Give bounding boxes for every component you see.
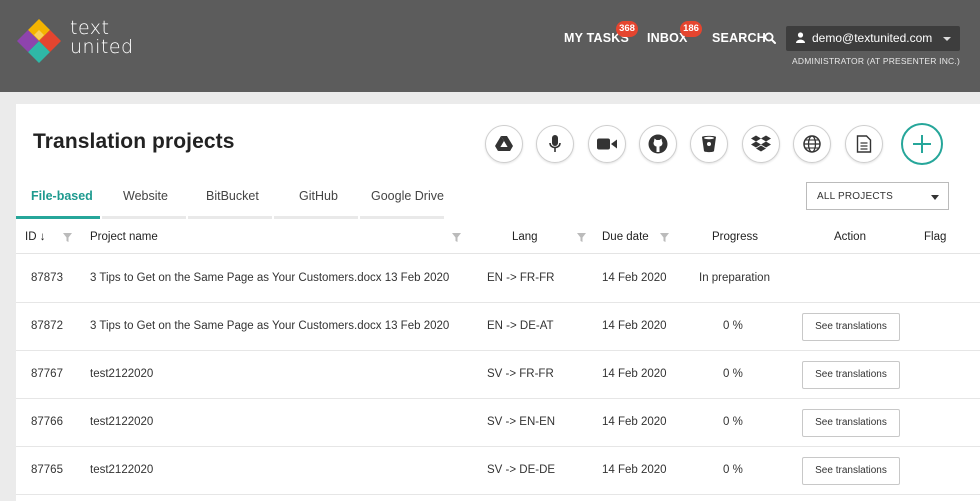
see-translations-button[interactable]: See translations: [802, 361, 900, 389]
bitbucket-icon: [702, 135, 716, 153]
document-upload-button[interactable]: [845, 125, 883, 163]
project-id: 87766: [31, 416, 63, 428]
tab-underline: [188, 216, 272, 219]
project-filter-value: ALL PROJECTS: [817, 191, 893, 202]
project-name[interactable]: test2122020: [90, 416, 153, 428]
table-row[interactable]: 87767 test2122020 SV -> FR-FR 14 Feb 202…: [16, 350, 980, 399]
search-icon[interactable]: [764, 32, 776, 44]
tab-github[interactable]: GitHub: [299, 189, 338, 203]
filter-icon[interactable]: [452, 233, 461, 242]
column-header-action: Action: [834, 231, 866, 243]
tab-bitbucket[interactable]: BitBucket: [206, 189, 259, 203]
table-row[interactable]: 87765 test2122020 SV -> DE-DE 14 Feb 202…: [16, 446, 980, 495]
project-id: 87872: [31, 320, 63, 332]
add-project-button[interactable]: [901, 123, 943, 165]
audio-upload-button[interactable]: [536, 125, 574, 163]
table-row[interactable]: 87872 3 Tips to Get on the Same Page as …: [16, 302, 980, 351]
video-upload-button[interactable]: [588, 125, 626, 163]
my-tasks-count-badge: 368: [616, 21, 638, 37]
project-lang: EN -> DE-AT: [487, 320, 554, 332]
see-translations-button[interactable]: See translations: [802, 409, 900, 437]
project-due-date: 14 Feb 2020: [602, 416, 667, 428]
column-header-lang[interactable]: Lang: [512, 231, 538, 243]
project-lang: SV -> FR-FR: [487, 368, 554, 380]
project-id: 87767: [31, 368, 63, 380]
github-icon: [648, 134, 668, 154]
tab-website[interactable]: Website: [123, 189, 168, 203]
project-id: 87873: [31, 272, 63, 284]
filter-icon[interactable]: [577, 233, 586, 242]
project-progress: 0 %: [723, 464, 743, 476]
column-header-flag: Flag: [924, 231, 947, 243]
project-lang: SV -> DE-DE: [487, 464, 556, 476]
projects-panel: Translation projects File-based Website …: [16, 104, 980, 501]
search-link[interactable]: SEARCH: [712, 31, 766, 45]
project-id: 87765: [31, 464, 63, 476]
bitbucket-button[interactable]: [690, 125, 728, 163]
project-due-date: 14 Feb 2020: [602, 368, 667, 380]
user-menu-dropdown[interactable]: demo@textunited.com: [786, 26, 960, 51]
project-due-date: 14 Feb 2020: [602, 464, 667, 476]
project-due-date: 14 Feb 2020: [602, 272, 667, 284]
table-row[interactable]: 87873 3 Tips to Get on the Same Page as …: [16, 254, 980, 303]
see-translations-button[interactable]: See translations: [802, 313, 900, 341]
chevron-down-icon: [943, 37, 951, 41]
top-header: text united MY TASKS 368 INBOX 186 SEARC…: [0, 0, 980, 92]
video-camera-icon: [597, 138, 617, 150]
user-email: demo@textunited.com: [812, 31, 933, 45]
project-name[interactable]: test2122020: [90, 368, 153, 380]
column-header-id[interactable]: ID ↓: [25, 231, 45, 243]
logo-line-united: united: [70, 36, 134, 58]
project-due-date: 14 Feb 2020: [602, 320, 667, 332]
tab-underline: [274, 216, 358, 219]
dropbox-icon: [751, 135, 771, 152]
filter-icon[interactable]: [63, 233, 72, 242]
dropbox-button[interactable]: [742, 125, 780, 163]
github-button[interactable]: [639, 125, 677, 163]
tab-file-based[interactable]: File-based: [31, 189, 93, 203]
project-name[interactable]: test2122020: [90, 464, 153, 476]
tab-underline: [360, 216, 444, 219]
project-progress: 0 %: [723, 368, 743, 380]
chevron-down-icon: [931, 195, 939, 200]
project-lang: EN -> FR-FR: [487, 272, 555, 284]
document-icon: [856, 135, 872, 153]
user-role-label: ADMINISTRATOR (AT PRESENTER INC.): [792, 56, 960, 66]
column-header-progress[interactable]: Progress: [712, 231, 758, 243]
project-progress: 0 %: [723, 320, 743, 332]
microphone-icon: [549, 135, 561, 152]
tab-underline: [102, 216, 186, 219]
project-filter-select[interactable]: ALL PROJECTS: [806, 182, 949, 210]
textunited-logo-icon[interactable]: [16, 18, 62, 64]
globe-icon: [803, 135, 821, 153]
project-lang: SV -> EN-EN: [487, 416, 556, 428]
table-header: ID ↓ Project name Lang Due date Progress…: [16, 221, 980, 254]
tab-google-drive[interactable]: Google Drive: [371, 189, 444, 203]
project-name[interactable]: 3 Tips to Get on the Same Page as Your C…: [90, 272, 449, 284]
plus-icon: [913, 135, 931, 153]
filter-icon[interactable]: [660, 233, 669, 242]
google-drive-button[interactable]: [485, 125, 523, 163]
tab-underline-active: [16, 216, 100, 219]
project-progress: 0 %: [723, 416, 743, 428]
project-name[interactable]: 3 Tips to Get on the Same Page as Your C…: [90, 320, 449, 332]
user-icon: [796, 32, 805, 43]
column-header-project-name[interactable]: Project name: [90, 231, 158, 243]
project-progress: In preparation: [699, 272, 770, 284]
see-translations-button[interactable]: See translations: [802, 457, 900, 485]
google-drive-icon: [495, 136, 513, 151]
table-row[interactable]: 87766 test2122020 SV -> EN-EN 14 Feb 202…: [16, 398, 980, 447]
inbox-count-badge: 186: [680, 21, 702, 37]
column-header-due-date[interactable]: Due date: [602, 231, 649, 243]
logo-wordmark: text united: [70, 19, 134, 57]
page-title: Translation projects: [33, 130, 235, 153]
website-button[interactable]: [793, 125, 831, 163]
